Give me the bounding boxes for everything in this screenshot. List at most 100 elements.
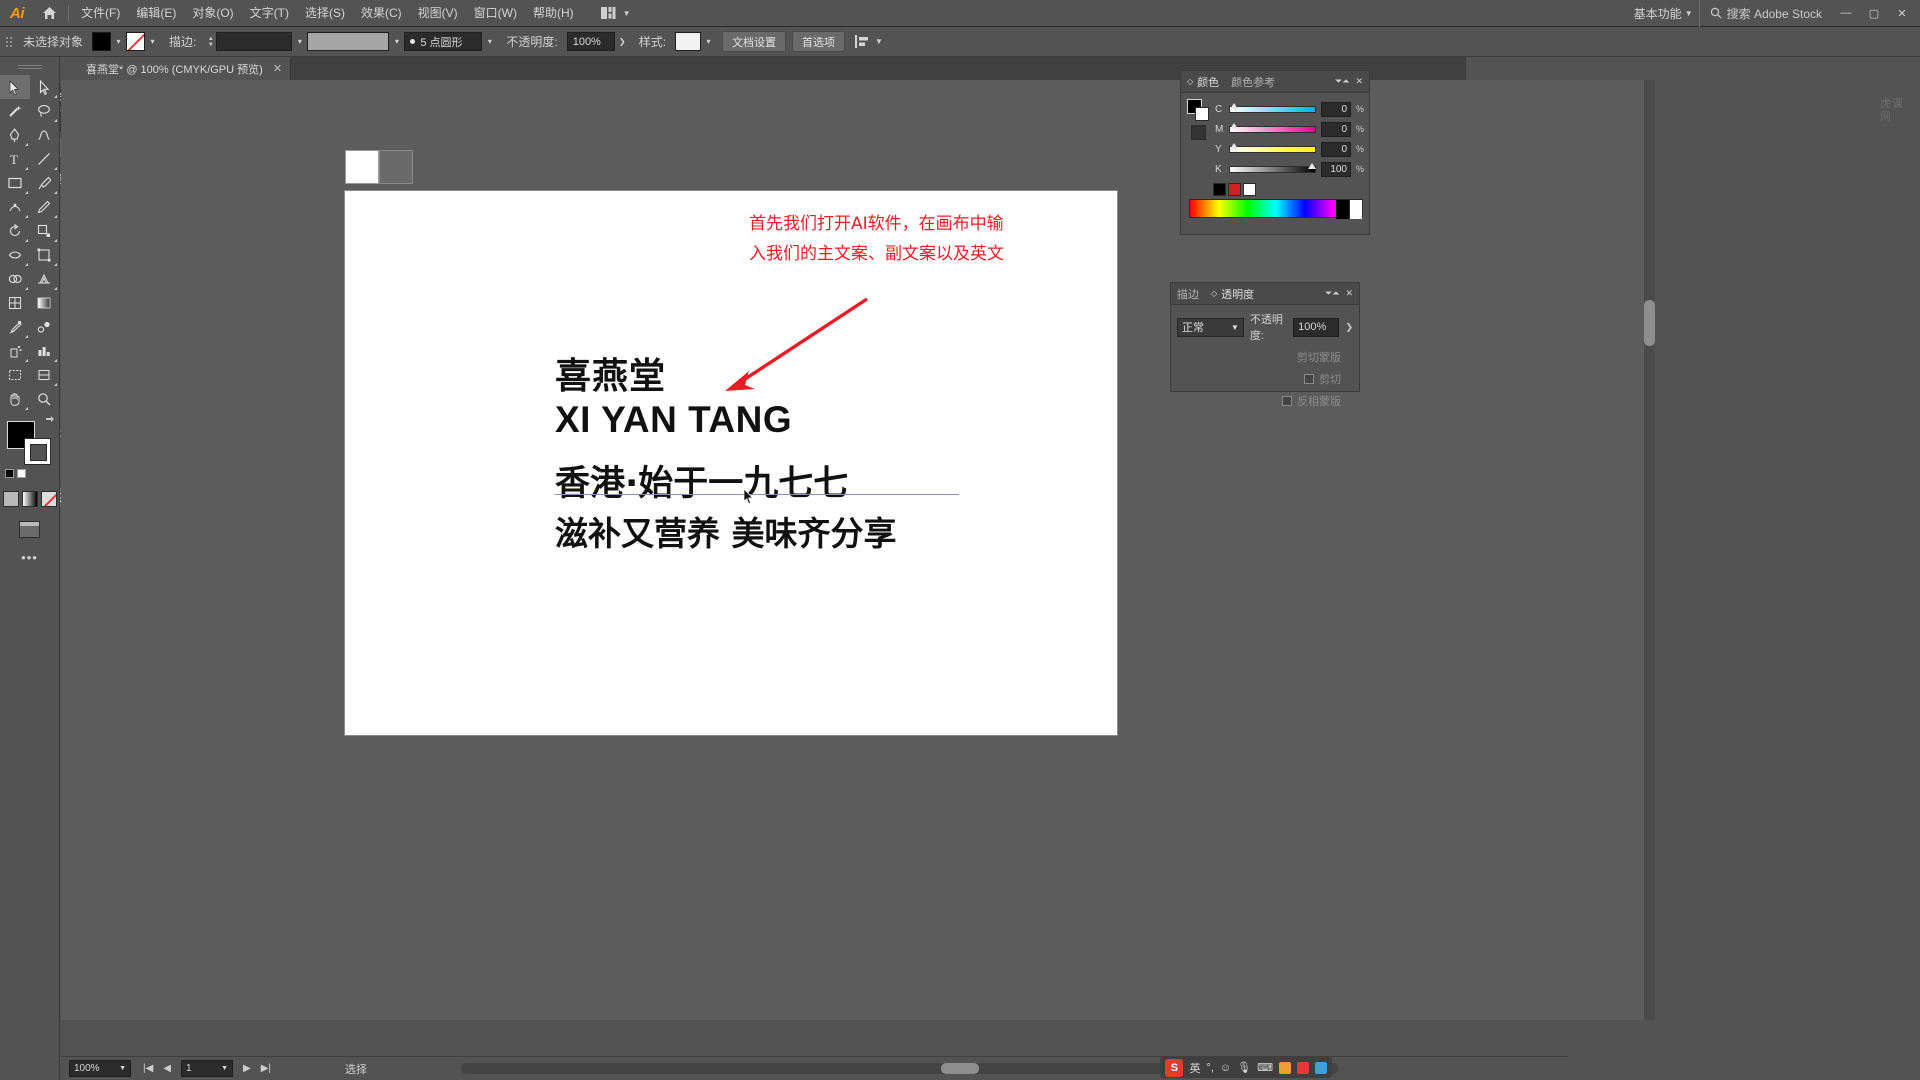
arrange-documents-icon[interactable]	[598, 5, 620, 21]
home-icon[interactable]	[34, 0, 64, 27]
shaper-tool[interactable]	[0, 195, 30, 219]
magic-wand-tool[interactable]	[0, 99, 30, 123]
artwork-main-title[interactable]: 喜燕堂	[555, 347, 666, 399]
none-button[interactable]	[40, 491, 57, 507]
keyboard-icon[interactable]: ⌨	[1257, 1061, 1273, 1074]
invert-mask-checkbox[interactable]	[1282, 396, 1292, 406]
channel-m-value[interactable]: 0	[1321, 121, 1351, 137]
close-icon[interactable]: ✕	[1355, 76, 1363, 87]
channel-m-slider[interactable]	[1229, 122, 1316, 133]
fill-color-control[interactable]: ▾	[92, 32, 126, 51]
zoom-level-combo[interactable]: 100% ▼	[69, 1060, 131, 1077]
menu-view[interactable]: 视图(V)	[410, 0, 466, 27]
color-shortcut-swatch[interactable]	[1190, 125, 1206, 140]
stroke-weight-field[interactable]	[216, 32, 293, 51]
next-artboard-icon[interactable]: ▶	[243, 1063, 251, 1074]
scale-tool[interactable]	[30, 219, 60, 243]
options-bar-grip[interactable]	[6, 33, 14, 51]
color-fill-stroke-swatches[interactable]	[1187, 99, 1209, 121]
default-fill-stroke-icon[interactable]	[4, 469, 26, 478]
ime-punctuation-icon[interactable]: °,	[1206, 1062, 1213, 1074]
stroke-color-control[interactable]: ▾	[126, 32, 160, 51]
channel-k-value[interactable]: 100	[1321, 161, 1351, 177]
chevron-down-icon[interactable]: ▼	[875, 37, 883, 46]
slice-tool[interactable]	[30, 363, 60, 387]
maximize-button[interactable]: ▢	[1860, 0, 1888, 27]
artboard-number-field[interactable]: 1 ▼	[181, 1060, 233, 1077]
current-tool-label[interactable]: 选择	[345, 1061, 367, 1077]
translate-icon[interactable]	[1297, 1061, 1309, 1074]
direct-selection-tool[interactable]	[30, 75, 60, 99]
spectrum-white[interactable]	[1349, 200, 1362, 219]
gradient-tool[interactable]	[30, 291, 60, 315]
tab-color-guide[interactable]: 颜色参考	[1231, 74, 1275, 90]
chevron-down-icon[interactable]: ▾	[145, 32, 160, 51]
chevron-down-icon[interactable]: ▼	[623, 9, 631, 18]
opacity-flyout-icon[interactable]: ❯	[1345, 322, 1353, 333]
line-segment-tool[interactable]	[30, 147, 60, 171]
tools-panel-grip[interactable]	[0, 57, 60, 73]
curvature-tool[interactable]	[30, 123, 60, 147]
artboard-tool[interactable]	[0, 363, 30, 387]
search-adobe-stock[interactable]: 搜索 Adobe Stock	[1698, 0, 1832, 27]
channel-c-slider[interactable]	[1229, 102, 1316, 113]
canvas-vertical-scrollbar[interactable]	[1644, 80, 1655, 1020]
workspace-switcher[interactable]: 基本功能 ▼	[1628, 5, 1699, 22]
transparency-panel[interactable]: 描边 ◇ 透明度 ⏷⏶ ✕ 正常 ▼ 不透明度: 100% ❯ 剪切蒙版 剪切	[1170, 282, 1360, 408]
zoom-tool[interactable]	[30, 387, 60, 411]
column-graph-tool[interactable]	[30, 339, 60, 363]
color-spectrum-bar[interactable]	[1189, 199, 1363, 219]
chevron-down-icon[interactable]: ▾	[701, 32, 716, 51]
ime-mode-label[interactable]: 英	[1189, 1060, 1200, 1076]
artwork-subtitle[interactable]: 香港·始于一九七七	[555, 455, 848, 506]
symbol-sprayer-tool[interactable]	[0, 339, 30, 363]
stroke-color-box[interactable]	[23, 438, 51, 465]
spectrum-black[interactable]	[1336, 200, 1349, 219]
perspective-grid-tool[interactable]	[30, 267, 60, 291]
menu-object[interactable]: 对象(O)	[184, 0, 241, 27]
menu-file[interactable]: 文件(F)	[73, 0, 128, 27]
screen-mode-button[interactable]	[0, 521, 59, 538]
fill-swatch[interactable]	[92, 32, 112, 51]
last-artboard-icon[interactable]: ▶|	[261, 1063, 271, 1074]
minimize-button[interactable]: —	[1832, 0, 1860, 27]
swatch-white[interactable]	[345, 150, 379, 184]
opacity-field[interactable]: 100%	[566, 32, 615, 51]
chevron-down-icon[interactable]: ▾	[292, 32, 307, 51]
chip-black[interactable]	[1213, 183, 1226, 196]
artwork-slogan[interactable]: 滋补又营养 美味齐分享	[555, 507, 897, 555]
rectangle-tool[interactable]	[0, 171, 30, 195]
channel-y-slider[interactable]	[1229, 142, 1316, 153]
channel-k-slider[interactable]	[1229, 162, 1317, 173]
chip-white[interactable]	[1243, 183, 1256, 196]
menu-type[interactable]: 文字(T)	[242, 0, 297, 27]
stroke-profile-field[interactable]	[307, 32, 390, 51]
menu-window[interactable]: 窗口(W)	[466, 0, 525, 27]
type-tool[interactable]: T	[0, 147, 30, 171]
channel-c-value[interactable]: 0	[1321, 101, 1351, 117]
fill-stroke-indicator[interactable]	[4, 416, 54, 478]
document-setup-button[interactable]: 文档设置	[722, 31, 787, 52]
document-tab[interactable]: 喜燕堂* @ 100% (CMYK/GPU 预览) ✕	[76, 57, 292, 80]
mic-icon[interactable]: 🎙	[1237, 1061, 1251, 1074]
menu-effect[interactable]: 效果(C)	[353, 0, 410, 27]
blend-mode-select[interactable]: 正常 ▼	[1177, 317, 1244, 337]
stroke-weight-spinner[interactable]: ▲ ▼	[205, 32, 216, 51]
close-icon[interactable]: ✕	[273, 62, 282, 75]
eyedropper-tool[interactable]	[0, 315, 30, 339]
swap-fill-stroke-icon[interactable]	[45, 412, 55, 422]
channel-y-value[interactable]: 0	[1321, 141, 1351, 157]
prev-artboard-icon[interactable]: ◀	[163, 1063, 171, 1074]
shape-builder-tool[interactable]	[0, 267, 30, 291]
selection-tool[interactable]	[0, 75, 30, 99]
chevron-down-icon[interactable]: ▾	[482, 32, 497, 51]
close-icon[interactable]: ✕	[1345, 288, 1353, 299]
align-options-icon[interactable]: ▼	[855, 35, 883, 48]
rotate-tool[interactable]	[0, 219, 30, 243]
opacity-flyout-icon[interactable]: ❯	[615, 32, 630, 51]
artboard[interactable]: 首先我们打开AI软件，在画布中输 入我们的主文案、副文案以及英文 喜燕堂 XI …	[345, 191, 1117, 735]
width-tool[interactable]	[0, 243, 30, 267]
blend-tool[interactable]	[30, 315, 60, 339]
free-transform-tool[interactable]	[30, 243, 60, 267]
edit-toolbar-icon[interactable]: •••	[0, 550, 59, 565]
